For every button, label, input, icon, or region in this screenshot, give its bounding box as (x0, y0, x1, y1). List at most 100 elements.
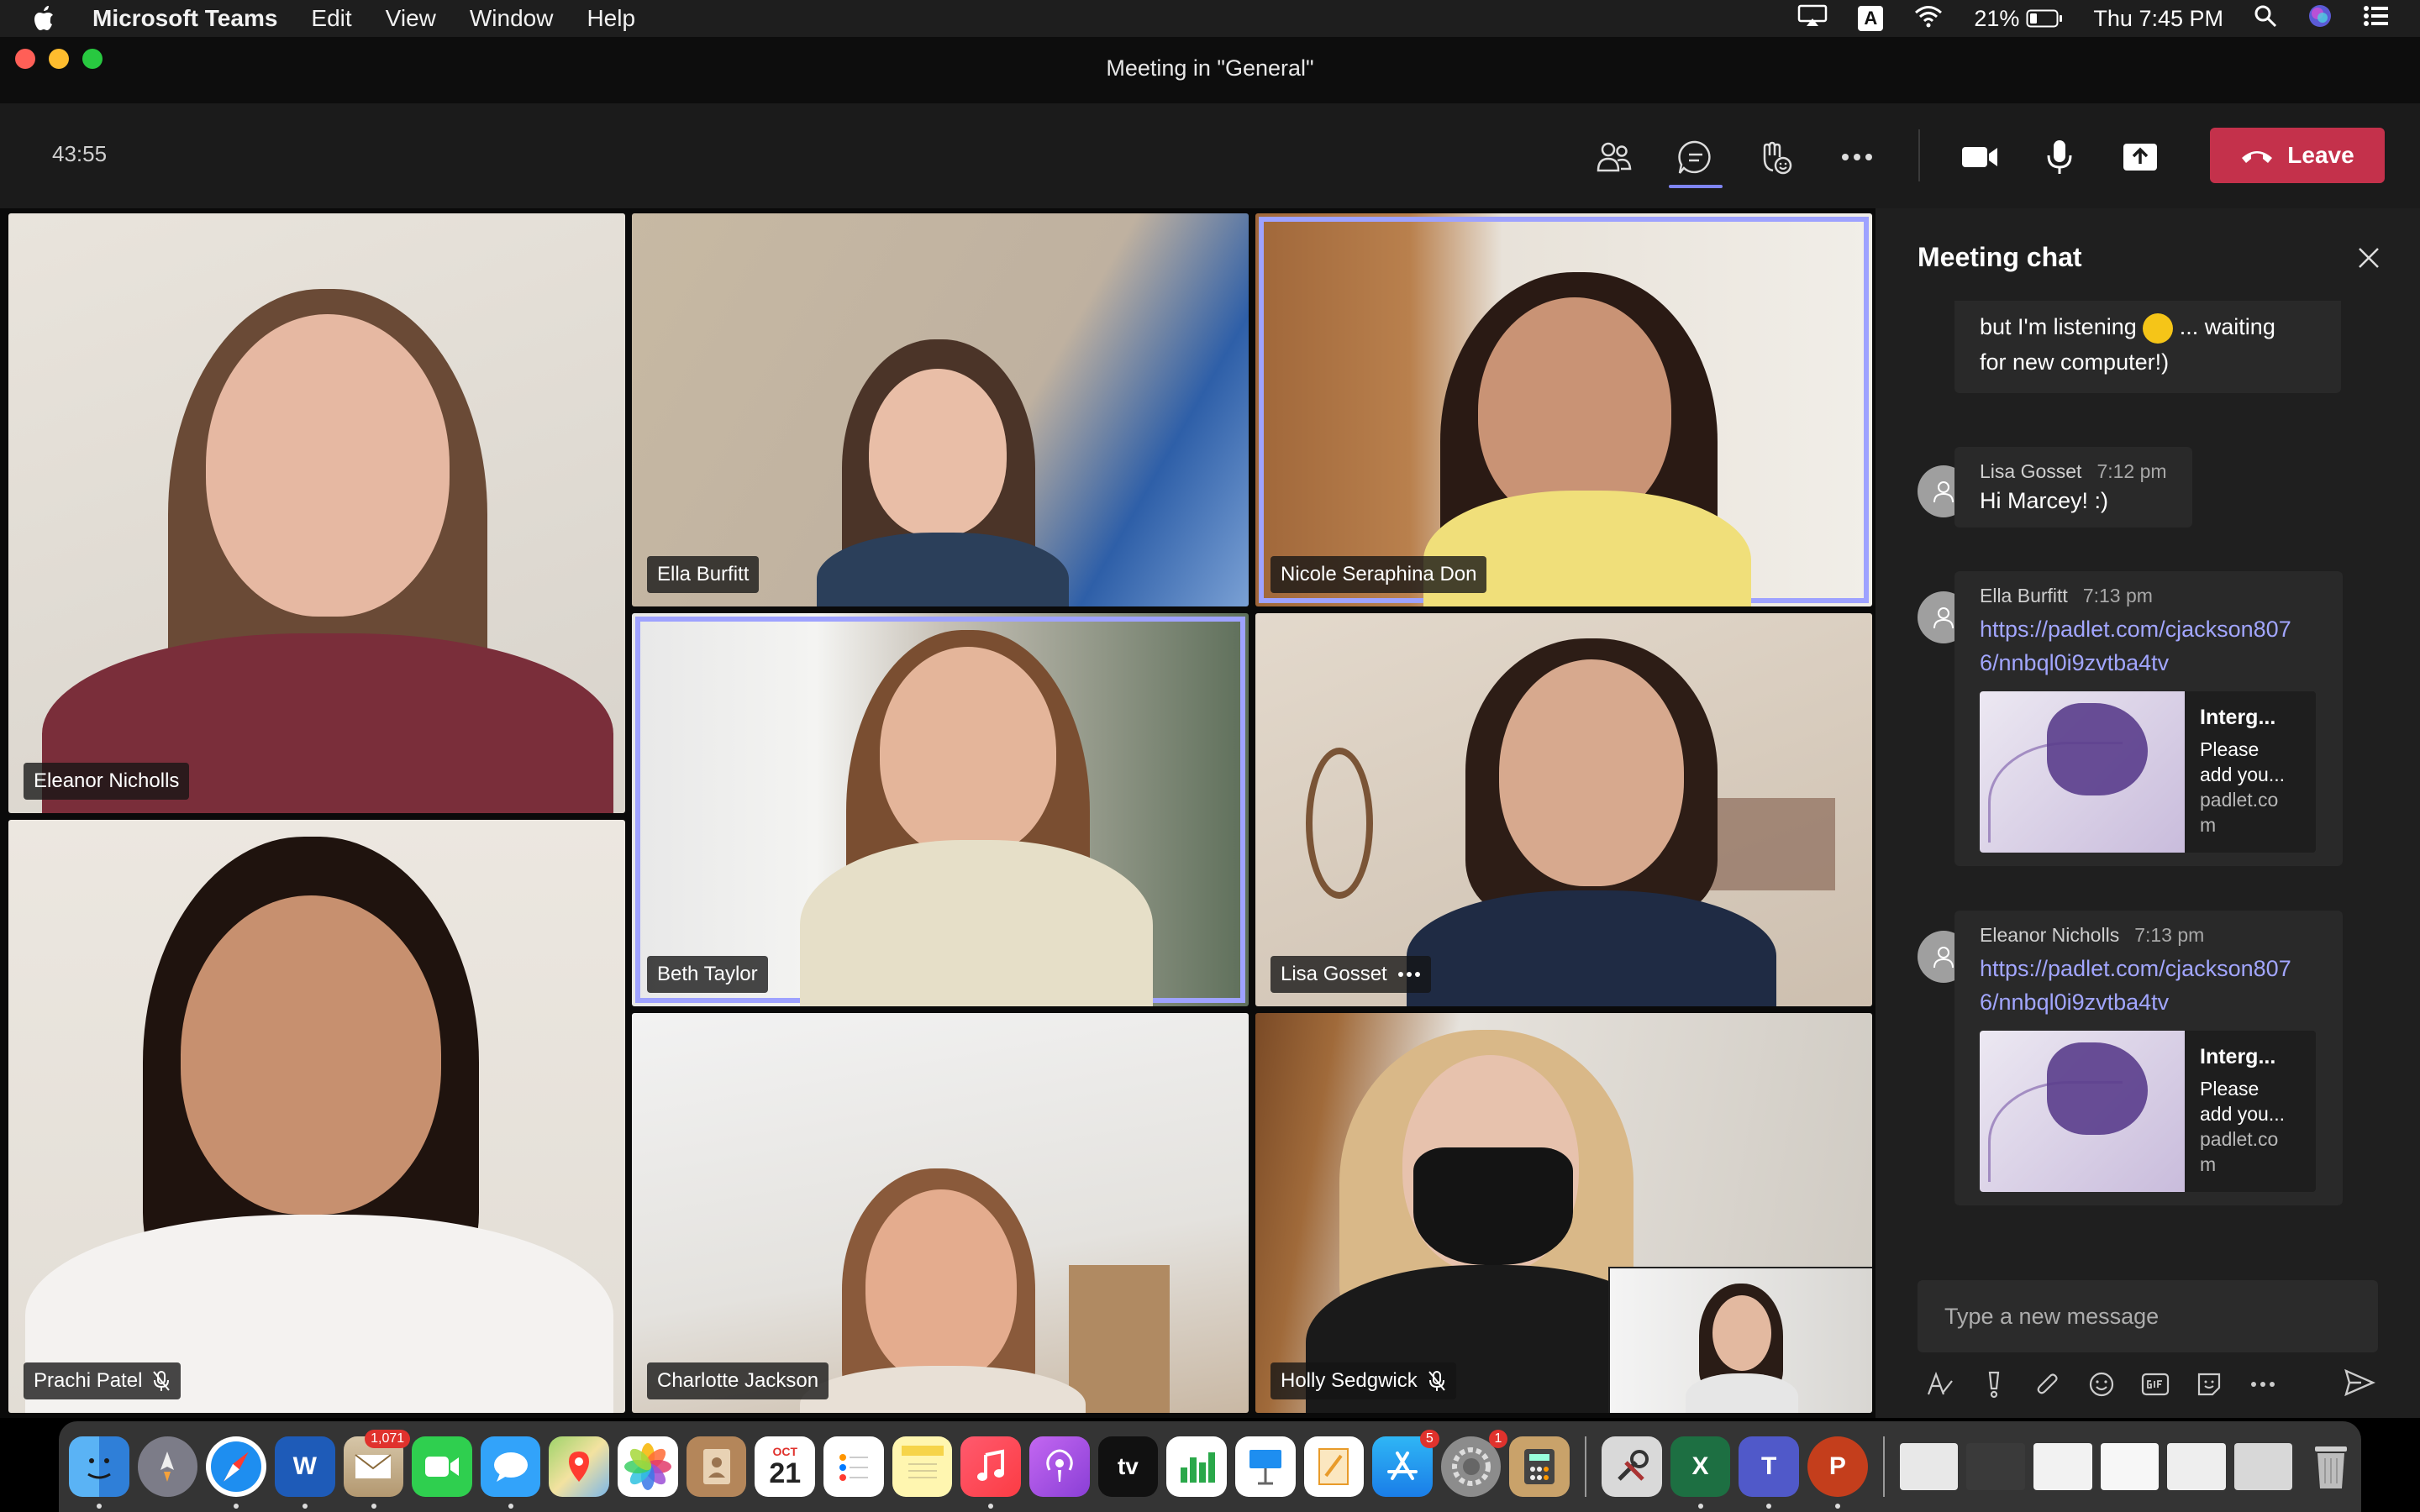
message-meta: Eleanor Nicholls 7:13 pm (1980, 924, 2317, 947)
launchpad-icon[interactable] (137, 1436, 198, 1497)
self-view-video[interactable] (1608, 1267, 1872, 1413)
minimized-window-thumbnail[interactable] (1966, 1443, 2025, 1490)
music-icon[interactable] (960, 1436, 1021, 1509)
menu-app-name[interactable]: Microsoft Teams (92, 5, 277, 32)
more-options-icon[interactable] (1836, 136, 1878, 178)
trash-icon[interactable] (2301, 1436, 2361, 1497)
video-tile-ella-burfitt[interactable]: Ella Burfitt (632, 213, 1249, 606)
siri-icon[interactable] (2307, 3, 2333, 34)
chat-toggle-button[interactable] (1675, 136, 1717, 178)
microphone-button[interactable] (2039, 136, 2081, 178)
video-tile-beth-taylor[interactable]: Beth Taylor (632, 613, 1249, 1006)
menu-edit[interactable]: Edit (311, 5, 351, 32)
muted-mic-icon (153, 1371, 171, 1391)
mail-icon[interactable]: 1,071 (343, 1430, 411, 1509)
link-preview-thumbnail (1980, 691, 2185, 853)
message-compose-box[interactable]: Type a new message (1918, 1280, 2378, 1352)
emoji-icon[interactable] (2086, 1368, 2118, 1400)
window-title: Meeting in "General" (1106, 55, 1314, 81)
more-options-icon[interactable] (1397, 971, 1421, 978)
keynote-icon[interactable] (1234, 1436, 1296, 1497)
video-tile-prachi-patel[interactable]: Prachi Patel (8, 820, 625, 1413)
menu-help[interactable]: Help (587, 5, 635, 32)
sticker-icon[interactable] (2193, 1368, 2225, 1400)
excel-icon[interactable]: X (1670, 1436, 1731, 1509)
safari-icon[interactable] (206, 1436, 266, 1509)
format-icon[interactable] (1924, 1368, 1956, 1400)
system-preferences-icon[interactable]: 1 (1440, 1430, 1508, 1497)
reactions-button[interactable] (1754, 136, 1796, 178)
podcasts-icon[interactable] (1028, 1436, 1090, 1497)
video-tile-charlotte-jackson[interactable]: Charlotte Jackson (632, 1013, 1249, 1413)
link-preview-card[interactable]: Interg... Please add you... padlet.co m (1980, 691, 2316, 853)
battery-status[interactable]: 21% (1974, 6, 2063, 32)
calculator-icon[interactable] (1509, 1436, 1570, 1497)
menu-window[interactable]: Window (470, 5, 554, 32)
name-tag: Holly Sedgwick (1270, 1362, 1456, 1399)
minimized-window-thumbnail[interactable] (2233, 1443, 2293, 1490)
link-preview-card[interactable]: Interg... Please add you... padlet.co m (1980, 1031, 2316, 1192)
contacts-icon[interactable] (686, 1436, 747, 1497)
more-options-icon[interactable] (2247, 1368, 2279, 1400)
chat-message: Eleanor Nicholls 7:13 pm https://padlet.c… (1954, 911, 2343, 1205)
minimized-window-thumbnail[interactable] (2167, 1443, 2226, 1490)
priority-icon[interactable] (1978, 1368, 2010, 1400)
airplay-icon[interactable] (1797, 4, 1828, 34)
notes-icon[interactable] (892, 1436, 953, 1497)
chat-message: Ella Burfitt 7:13 pm https://padlet.com/c… (1954, 571, 2343, 866)
utilities-icon[interactable] (1602, 1436, 1662, 1497)
video-tile-eleanor-nicholls[interactable]: Eleanor Nicholls (8, 213, 625, 813)
meeting-toolbar: 43:55 Leave (0, 104, 2420, 208)
participant-name: Lisa Gosset (1281, 963, 1387, 985)
pages-icon[interactable] (1303, 1436, 1365, 1497)
maps-icon[interactable] (549, 1436, 610, 1497)
input-source-icon[interactable]: A (1858, 6, 1884, 31)
video-tile-holly-sedgwick[interactable]: Holly Sedgwick (1255, 1013, 1872, 1413)
minimized-window-thumbnail[interactable] (1899, 1443, 1959, 1490)
wifi-icon[interactable] (1913, 4, 1944, 34)
minimized-window-thumbnail[interactable] (2100, 1443, 2160, 1490)
video-tile-lisa-gosset[interactable]: Lisa Gosset (1255, 613, 1872, 1006)
message-link[interactable]: https://padlet.com/cjackson807 6/nnbql0i9… (1980, 612, 2317, 680)
reminders-icon[interactable] (823, 1436, 884, 1497)
video-grid: Eleanor Nicholls Ella Burfitt Nicole Ser… (0, 208, 1876, 1418)
menu-view[interactable]: View (386, 5, 436, 32)
message-author: Lisa Gosset (1980, 460, 2082, 482)
word-icon[interactable]: W (274, 1436, 335, 1509)
spotlight-search-icon[interactable] (2254, 4, 2277, 34)
participants-button[interactable] (1593, 136, 1635, 178)
attach-icon[interactable] (2032, 1368, 2064, 1400)
teams-icon[interactable]: T (1739, 1436, 1799, 1509)
finder-icon[interactable] (69, 1436, 129, 1509)
control-center-icon[interactable] (2363, 4, 2390, 34)
app-store-icon[interactable]: 5 (1372, 1430, 1439, 1497)
apple-menu-icon[interactable] (32, 5, 69, 32)
leave-button[interactable]: Leave (2210, 128, 2385, 183)
video-tile-nicole-seraphina-don[interactable]: Nicole Seraphina Don (1255, 213, 1872, 606)
minimized-window-thumbnail[interactable] (2033, 1443, 2092, 1490)
gif-icon[interactable] (2139, 1368, 2171, 1400)
facetime-icon[interactable] (412, 1436, 472, 1497)
share-screen-button[interactable] (2119, 136, 2161, 178)
apple-tv-icon[interactable]: tv (1097, 1436, 1159, 1497)
calendar-icon[interactable]: OCT 21 (755, 1436, 816, 1497)
photos-icon[interactable] (618, 1436, 678, 1497)
send-icon[interactable] (2343, 1366, 2376, 1399)
camera-button[interactable] (1959, 136, 2001, 178)
messages-icon[interactable] (480, 1436, 541, 1509)
close-icon[interactable] (2356, 245, 2381, 270)
message-time: 7:13 pm (2082, 585, 2153, 606)
muted-mic-icon (1428, 1371, 1445, 1391)
mail-badge: 1,071 (365, 1430, 411, 1448)
chat-message: Lisa Gosset 7:12 pm Hi Marcey! :) (1954, 447, 2192, 528)
message-text: but I'm listening (1980, 314, 2137, 339)
powerpoint-icon[interactable]: P (1807, 1436, 1868, 1509)
compose-toolbar (1924, 1366, 2378, 1403)
numbers-icon[interactable] (1166, 1436, 1227, 1497)
link-preview-title: Interg... (2200, 706, 2276, 729)
menubar-clock[interactable]: Thu 7:45 PM (2093, 6, 2223, 32)
message-link[interactable]: https://padlet.com/cjackson807 6/nnbql0i9… (1980, 952, 2317, 1019)
chat-message-list[interactable]: but I'm listening 🙂 ... waiting for new … (1876, 301, 2420, 1242)
participant-name: Prachi Patel (34, 1369, 143, 1392)
name-tag: Charlotte Jackson (647, 1362, 829, 1399)
